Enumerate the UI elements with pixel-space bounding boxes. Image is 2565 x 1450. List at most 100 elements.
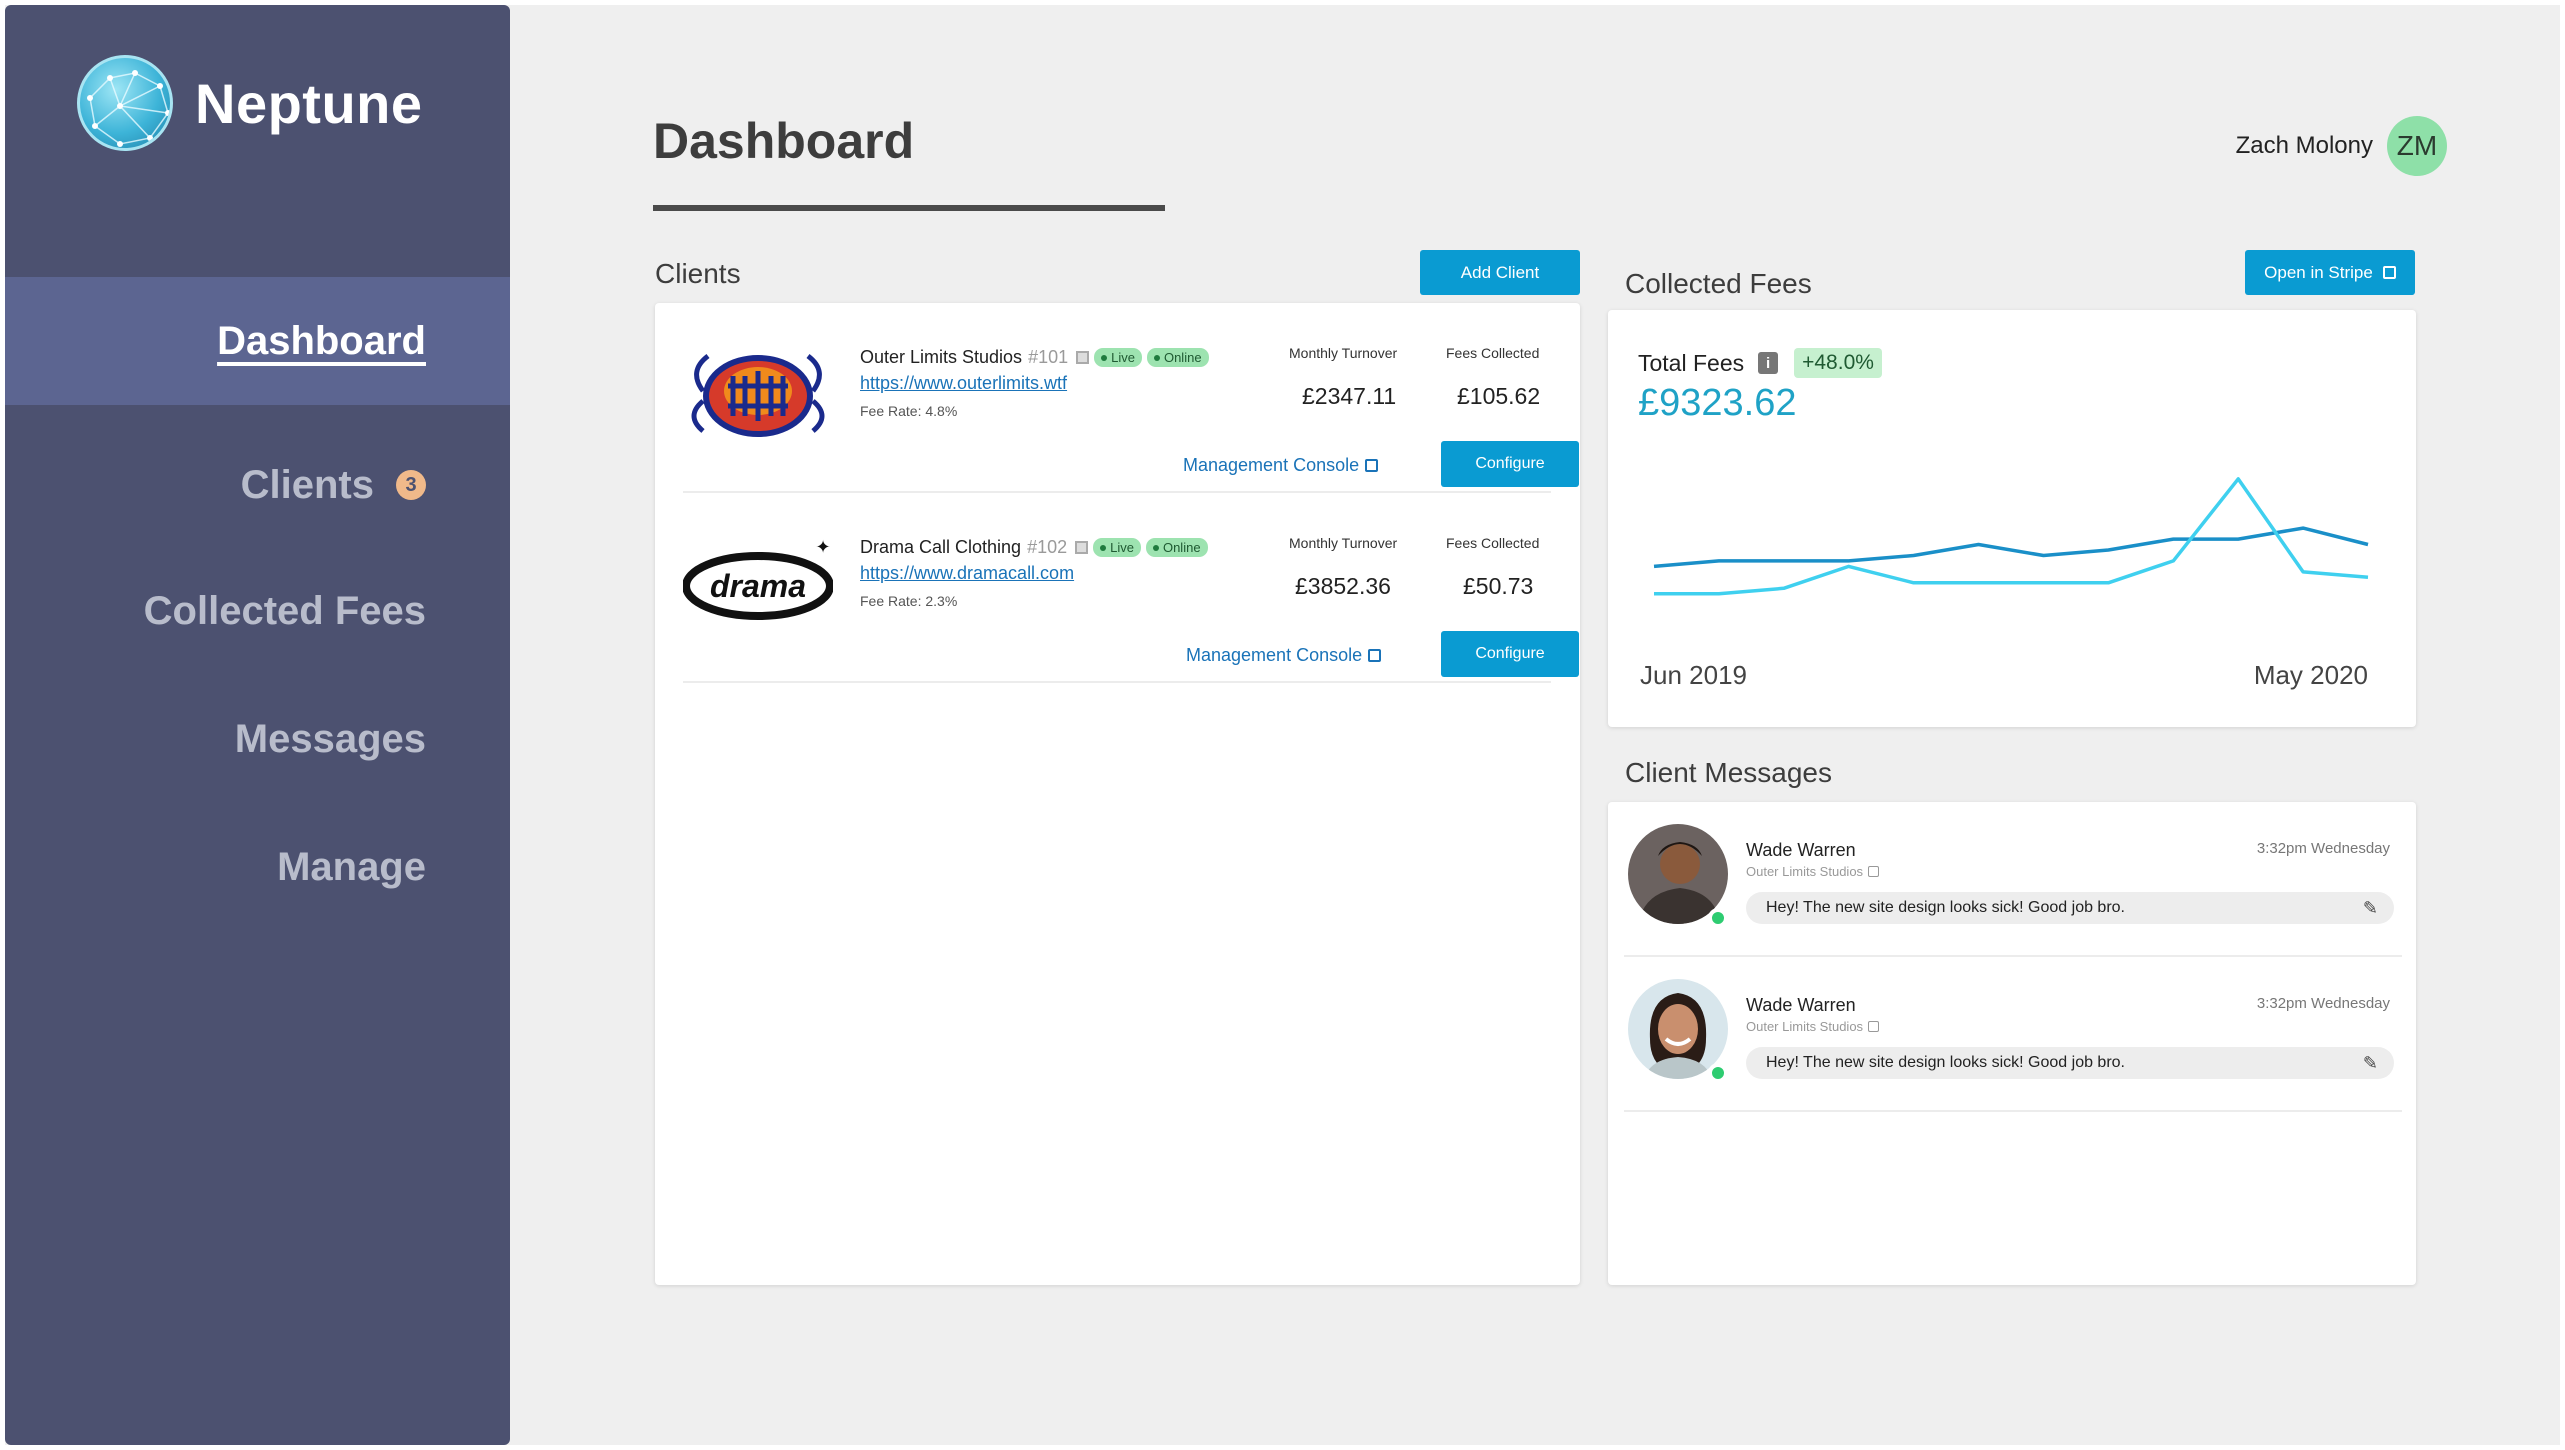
neptune-globe-icon — [77, 55, 173, 151]
total-fees-label: Total Fees — [1638, 349, 1745, 376]
message-item[interactable]: Wade Warren Outer Limits Studios 3:32pm … — [1624, 802, 2402, 957]
monthly-turnover-value: £3852.36 — [1295, 573, 1391, 599]
status-dot-icon — [1101, 354, 1108, 361]
x-axis-start-label: Jun 2019 — [1640, 660, 1747, 690]
clients-section-title: Clients — [655, 258, 741, 289]
sidebar-item-collected-fees[interactable]: Collected Fees — [5, 547, 510, 675]
sidebar-item-label: Manage — [277, 844, 426, 889]
status-dot-icon — [1100, 544, 1107, 551]
message-text: Hey! The new site design looks sick! Goo… — [1766, 1054, 2125, 1071]
outer-limits-logo — [683, 331, 833, 451]
client-name-line: Outer Limits Studios #101 Live Online — [860, 347, 1209, 368]
x-axis-end-label: May 2020 — [2253, 660, 2368, 690]
sidebar-item-label: Clients — [240, 462, 374, 507]
add-client-button[interactable]: Add Client — [1420, 250, 1580, 295]
external-link-icon — [1365, 459, 1379, 472]
user-menu[interactable]: Zach Molony ZM — [2236, 116, 2447, 176]
open-in-stripe-label: Open in Stripe — [2264, 262, 2373, 282]
sidebar-item-label: Messages — [234, 716, 426, 761]
live-status-label: Live — [1111, 350, 1135, 365]
fees-change-badge: +48.0% — [1794, 348, 1882, 378]
user-avatar[interactable]: ZM — [2387, 116, 2447, 176]
title-underline — [653, 205, 1165, 211]
clients-count-badge: 3 — [396, 470, 426, 500]
message-company: Outer Limits Studios — [1746, 864, 1864, 879]
fees-series-line-1 — [1653, 526, 2369, 569]
configure-button[interactable]: Configure — [1441, 631, 1579, 677]
info-icon[interactable]: i — [1758, 352, 1779, 374]
sidebar-item-clients[interactable]: Clients 3 — [5, 421, 510, 549]
message-item[interactable]: Wade Warren Outer Limits Studios 3:32pm … — [1624, 957, 2402, 1112]
online-status-label: Online — [1162, 540, 1201, 555]
message-sender: Wade Warren — [1746, 995, 1856, 1015]
fees-collected-label: Fees Collected — [1446, 535, 1540, 551]
live-status-badge: Live — [1093, 538, 1141, 557]
total-fees-header: Total Fees i +48.0% — [1638, 348, 1882, 378]
fees-collected-value: £105.62 — [1457, 383, 1541, 409]
client-row: drama ✦ Drama Call Clothing #102 Live On… — [682, 493, 1579, 683]
message-company-link[interactable]: Outer Limits Studios — [1746, 1019, 1880, 1034]
message-company: Outer Limits Studios — [1746, 1019, 1864, 1034]
client-messages-section-title: Client Messages — [1625, 757, 1832, 788]
sidebar-item-manage[interactable]: Manage — [5, 803, 510, 931]
copy-icon[interactable] — [1075, 541, 1089, 554]
management-console-link[interactable]: Management Console — [1183, 455, 1379, 476]
fee-rate: Fee Rate: 2.3% — [860, 593, 958, 609]
user-name: Zach Molony — [2235, 132, 2373, 159]
copy-icon[interactable] — [1076, 351, 1090, 364]
open-in-stripe-button[interactable]: Open in Stripe — [2245, 250, 2415, 295]
edit-pencil-icon[interactable]: ✎ — [2363, 898, 2378, 919]
management-console-label: Management Console — [1183, 455, 1360, 475]
total-fees-value: £9323.62 — [1638, 382, 1797, 424]
edit-pencil-icon[interactable]: ✎ — [2363, 1053, 2378, 1074]
sidebar-item-dashboard[interactable]: Dashboard — [5, 277, 510, 405]
drama-call-logo: drama ✦ — [682, 521, 834, 641]
live-status-label: Live — [1110, 540, 1134, 555]
client-row: Outer Limits Studios #101 Live Online ht… — [683, 303, 1579, 493]
online-status-badge: Online — [1146, 348, 1209, 367]
status-dot-icon — [1153, 354, 1160, 361]
app-name: Neptune — [195, 71, 423, 135]
sidebar-item-label: Dashboard — [217, 318, 426, 363]
collected-fees-section-title: Collected Fees — [1625, 268, 1812, 299]
external-link-icon — [1368, 649, 1382, 662]
management-console-link[interactable]: Management Console — [1186, 645, 1382, 666]
live-status-badge: Live — [1094, 348, 1142, 367]
message-bubble: Hey! The new site design looks sick! Goo… — [1746, 1047, 2394, 1079]
external-link-icon — [1868, 866, 1880, 877]
message-time: 3:32pm Wednesday — [2256, 840, 2390, 857]
message-company-link[interactable]: Outer Limits Studios — [1746, 864, 1880, 879]
client-name: Outer Limits Studios — [860, 347, 1023, 367]
message-text: Hey! The new site design looks sick! Goo… — [1766, 899, 2125, 916]
collected-fees-card: Total Fees i +48.0% £9323.62 Jun 2019 Ma… — [1608, 310, 2416, 727]
client-id: #102 — [1027, 537, 1068, 557]
sidebar: Neptune Dashboard Clients 3 Collected Fe… — [5, 5, 510, 1445]
client-name-line: Drama Call Clothing #102 Live Online — [860, 537, 1208, 558]
status-dot-icon — [1152, 544, 1159, 551]
external-link-icon — [2382, 266, 2396, 279]
fees-collected-label: Fees Collected — [1446, 345, 1540, 361]
message-bubble: Hey! The new site design looks sick! Goo… — [1746, 892, 2394, 924]
external-link-icon — [1868, 1021, 1880, 1032]
online-status-dot — [1708, 908, 1728, 928]
fees-line-chart — [1653, 477, 2369, 596]
brand[interactable]: Neptune — [77, 55, 423, 151]
monthly-turnover-label: Monthly Turnover — [1289, 535, 1398, 551]
sidebar-item-label: Collected Fees — [143, 588, 426, 633]
client-id: #101 — [1028, 347, 1069, 367]
drama-logo-text: drama — [710, 568, 806, 604]
configure-button[interactable]: Configure — [1441, 441, 1579, 487]
monthly-turnover-value: £2347.11 — [1302, 383, 1397, 409]
monthly-turnover-label: Monthly Turnover — [1289, 345, 1398, 361]
sidebar-item-messages[interactable]: Messages — [5, 675, 510, 803]
svg-text:✦: ✦ — [815, 537, 830, 557]
clients-card: Outer Limits Studios #101 Live Online ht… — [655, 303, 1580, 1285]
online-status-badge: Online — [1145, 538, 1208, 557]
client-url-link[interactable]: https://www.outerlimits.wtf — [860, 373, 1067, 394]
client-messages-card: Wade Warren Outer Limits Studios 3:32pm … — [1608, 802, 2416, 1285]
page-title: Dashboard — [653, 113, 915, 169]
online-status-label: Online — [1163, 350, 1202, 365]
online-status-dot — [1708, 1063, 1728, 1083]
message-time: 3:32pm Wednesday — [2256, 995, 2390, 1012]
client-url-link[interactable]: https://www.dramacall.com — [860, 563, 1074, 584]
